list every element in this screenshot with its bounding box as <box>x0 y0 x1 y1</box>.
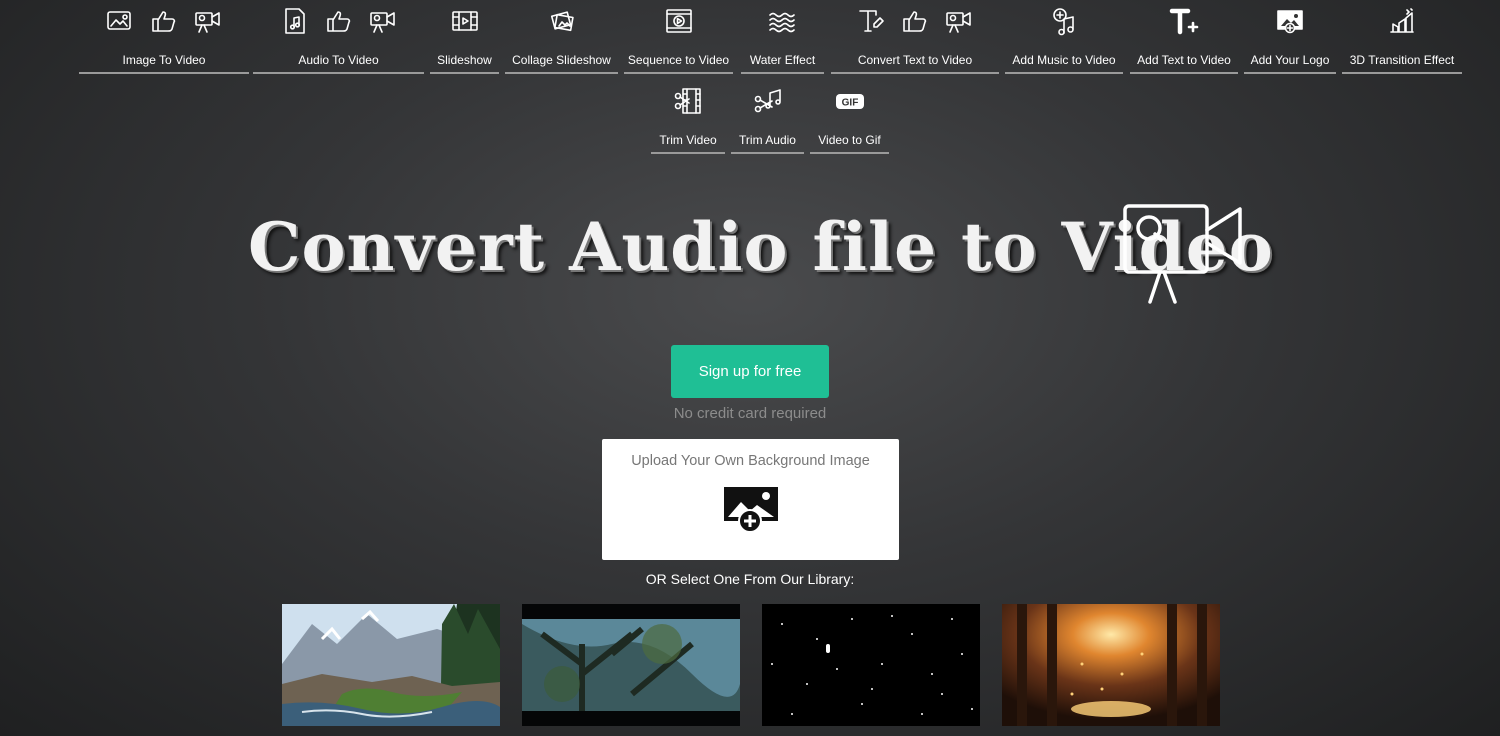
nav-3d-transition-effect[interactable]: 3D Transition Effect <box>1340 0 1464 74</box>
nav-convert-text-to-video[interactable]: Convert Text to Video <box>829 0 1001 74</box>
video-camera-icon <box>1120 200 1246 310</box>
nav-label: Sequence to Video <box>627 53 730 67</box>
thumbs-up-icon <box>326 11 350 32</box>
nav-label: Convert Text to Video <box>857 53 973 67</box>
nav-underline <box>1342 72 1462 74</box>
nav-video-to-gif[interactable]: GIF Video to Gif <box>808 80 891 154</box>
nav-add-your-logo[interactable]: Add Your Logo <box>1242 0 1338 74</box>
trim-video-icon <box>674 88 701 114</box>
nav-label: Trim Audio <box>739 133 796 147</box>
nav-label: Collage Slideshow <box>512 53 611 67</box>
nav-trim-video[interactable]: Trim Video <box>649 80 727 154</box>
library-heading: OR Select One From Our Library: <box>645 571 855 587</box>
nav-sequence-to-video[interactable]: Sequence to Video <box>622 0 735 74</box>
film-icon <box>451 11 478 31</box>
image-icon <box>107 11 131 30</box>
nav-add-text-to-video[interactable]: Add Text to Video <box>1128 0 1240 74</box>
nav-label: Add Your Logo <box>1250 53 1330 67</box>
nav-label: Slideshow <box>437 53 492 67</box>
nav-label: 3D Transition Effect <box>1349 53 1455 67</box>
nav-underline <box>731 152 804 154</box>
nav-image-to-video[interactable]: Image To Video <box>77 0 251 74</box>
nav-water-effect[interactable]: Water Effect <box>739 0 826 74</box>
logo-add-icon <box>1277 10 1303 34</box>
nav-underline <box>741 72 824 74</box>
nav-underline <box>810 152 889 154</box>
sequence-icon <box>665 9 692 33</box>
text-plus-icon <box>1169 8 1199 35</box>
nav-underline <box>430 72 499 74</box>
tool-nav-row-1: Image To Video Audio To Video Slideshow … <box>0 0 1500 76</box>
mountain-stream-thumbnail[interactable] <box>282 604 500 726</box>
image-add-icon <box>724 487 778 533</box>
nav-label: Image To Video <box>122 53 206 67</box>
text-icon <box>859 10 884 32</box>
falling-snow-thumbnail[interactable] <box>762 604 980 726</box>
video-camera-icon <box>369 12 395 33</box>
transition-icon <box>1390 8 1414 33</box>
upload-background-box[interactable]: Upload Your Own Background Image <box>602 439 899 560</box>
nav-trim-audio[interactable]: Trim Audio <box>729 80 806 154</box>
trim-audio-icon <box>754 89 781 113</box>
thumbs-up-icon <box>152 11 176 32</box>
nav-underline <box>651 152 725 154</box>
collage-icon <box>550 11 574 32</box>
nav-label: Add Music to Video <box>1012 53 1116 67</box>
gif-icon: GIF <box>835 94 864 109</box>
nav-audio-to-video[interactable]: Audio To Video <box>251 0 426 74</box>
nav-underline <box>253 72 424 74</box>
tool-nav-row-2: Trim Video Trim Audio GIF Video to Gif <box>0 80 1500 156</box>
nav-add-music-to-video[interactable]: Add Music to Video <box>1003 0 1125 74</box>
video-camera-icon <box>946 12 971 33</box>
water-waves-icon <box>768 12 795 33</box>
nav-underline <box>624 72 733 74</box>
video-camera-icon <box>195 12 220 33</box>
nav-underline <box>831 72 999 74</box>
nav-label: Trim Video <box>659 133 717 147</box>
no-credit-card-note: No credit card required <box>673 405 827 422</box>
glowing-forest-thumbnail[interactable] <box>1002 604 1220 726</box>
nav-slideshow[interactable]: Slideshow <box>428 0 501 74</box>
thumbs-up-icon <box>903 11 927 32</box>
nav-label: Audio To Video <box>298 53 379 67</box>
nav-collage-slideshow[interactable]: Collage Slideshow <box>503 0 620 74</box>
music-file-icon <box>284 8 305 34</box>
tree-branches-thumbnail[interactable] <box>522 604 740 726</box>
upload-label: Upload Your Own Background Image <box>631 453 870 469</box>
nav-underline <box>1130 72 1238 74</box>
sign-up-button[interactable]: Sign up for free <box>671 345 829 398</box>
nav-label: Add Text to Video <box>1137 53 1231 67</box>
nav-underline <box>505 72 618 74</box>
nav-underline <box>1244 72 1336 74</box>
svg-text:GIF: GIF <box>841 98 858 109</box>
nav-label: Video to Gif <box>818 133 881 147</box>
nav-underline <box>79 72 249 74</box>
music-add-icon <box>1053 8 1074 36</box>
nav-label: Water Effect <box>749 53 816 67</box>
nav-underline <box>1005 72 1123 74</box>
